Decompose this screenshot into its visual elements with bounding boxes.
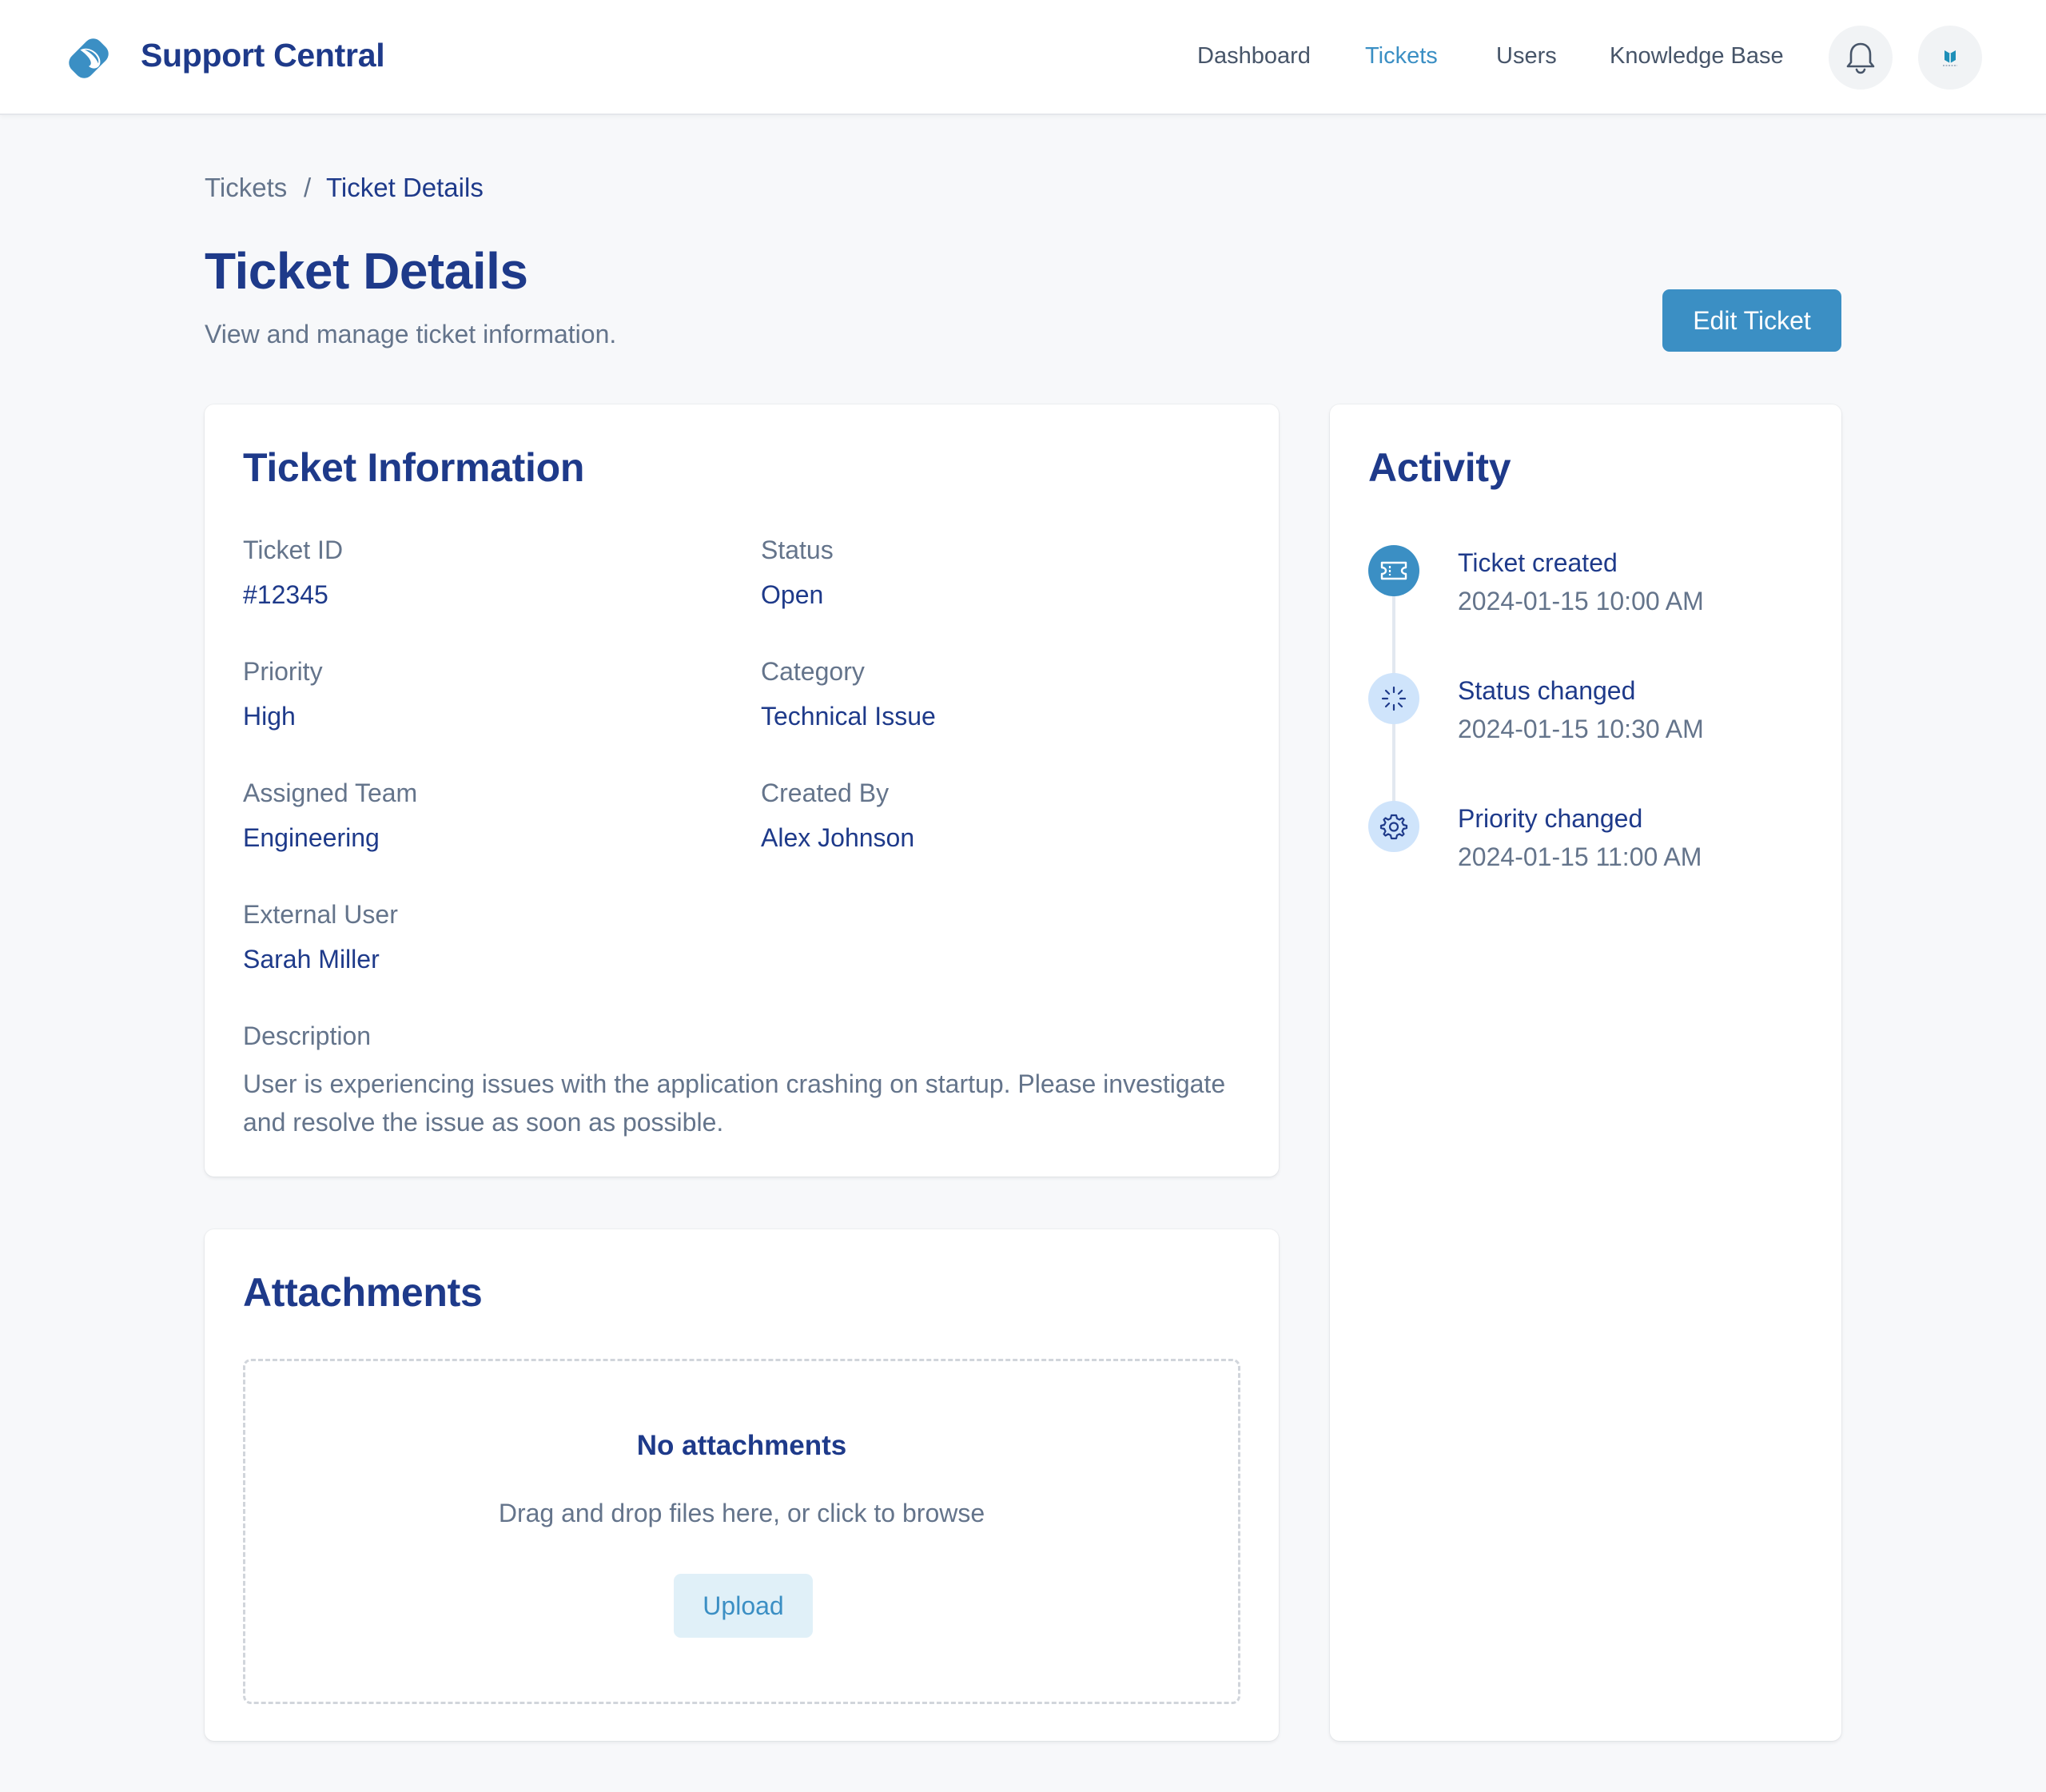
description-text: User is experiencing issues with the app… [243,1069,1226,1137]
external-user-label: External User [243,900,398,929]
file-dropzone[interactable]: No attachments Drag and drop files here,… [243,1359,1240,1704]
ticket-id-label: Ticket ID [243,536,344,564]
breadcrumb-separator: / [304,173,312,202]
activity-title-text: Priority changed [1458,804,1643,833]
loader-icon [1368,673,1419,724]
bell-icon [1846,42,1875,74]
category-value: Technical Issue [761,702,936,731]
activity-title: Activity [1368,445,1511,490]
ticket-information-title: Ticket Information [243,445,585,490]
brand-name[interactable]: Support Central [141,37,385,74]
activity-title-text: Ticket created [1458,548,1618,577]
status-label: Status [761,536,834,564]
attachments-title: Attachments [243,1270,483,1315]
avatar-icon [1943,50,1957,66]
activity-timestamp: 2024-01-15 10:00 AM [1458,587,1704,615]
page-title: Ticket Details [205,242,528,300]
activity-card: Activity Ticket created 2024-01-15 10:00… [1330,404,1841,1741]
category-label: Category [761,657,865,686]
logo-icon[interactable] [64,34,113,83]
status-value: Open [761,580,824,609]
activity-timestamp: 2024-01-15 10:30 AM [1458,715,1704,743]
gear-icon [1368,801,1419,852]
notifications-button[interactable] [1829,26,1893,90]
no-attachments-title: No attachments [636,1430,847,1461]
created-by-label: Created By [761,779,890,807]
priority-value: High [243,702,296,731]
activity-title-text: Status changed [1458,676,1636,705]
external-user-value: Sarah Miller [243,945,380,974]
nav-tickets[interactable]: Tickets [1365,43,1438,70]
edit-ticket-button[interactable]: Edit Ticket [1662,289,1841,352]
assigned-team-label: Assigned Team [243,779,418,807]
nav-knowledge-base[interactable]: Knowledge Base [1610,43,1784,70]
priority-label: Priority [243,657,323,686]
activity-timestamp: 2024-01-15 11:00 AM [1458,842,1702,871]
breadcrumb-tickets[interactable]: Tickets [205,173,287,203]
ticket-icon [1368,545,1419,596]
created-by-value: Alex Johnson [761,823,915,852]
page-subtitle: View and manage ticket information. [205,320,617,348]
breadcrumb-current: Ticket Details [326,173,484,202]
attachments-card: Attachments No attachments Drag and drop… [205,1229,1279,1741]
assigned-team-value: Engineering [243,823,380,852]
ticket-id-value: #12345 [243,580,328,609]
dropzone-hint: Drag and drop files here, or click to br… [498,1499,985,1527]
top-navbar: Support Central Dashboard Tickets Users … [0,0,2046,115]
upload-button[interactable]: Upload [674,1574,813,1638]
description-label: Description [243,1021,372,1050]
user-avatar-button[interactable] [1918,26,1982,90]
nav-users[interactable]: Users [1496,43,1557,70]
nav-dashboard[interactable]: Dashboard [1197,43,1311,70]
ticket-information-card: Ticket Information Ticket ID #12345 Stat… [205,404,1279,1177]
